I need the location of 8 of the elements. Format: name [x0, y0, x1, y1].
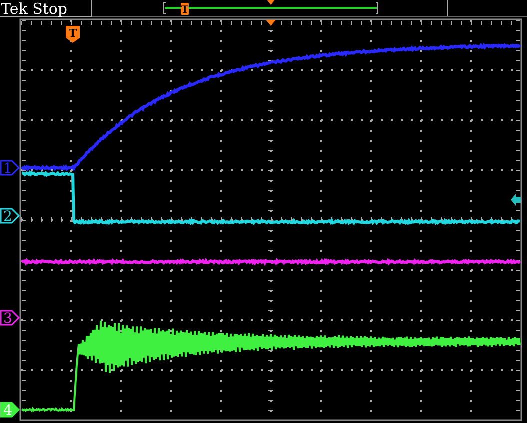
channel-marker[interactable]: 2 — [0, 208, 20, 225]
status-title: Tek Stop — [1, 0, 68, 18]
trigger-position-marker: T — [181, 3, 189, 16]
channel-marker[interactable]: 3 — [0, 310, 20, 327]
triangle-icon — [267, 0, 275, 5]
triangle-icon — [266, 20, 276, 26]
trigger-marker: T — [66, 26, 80, 43]
arrow-icon — [511, 194, 521, 206]
